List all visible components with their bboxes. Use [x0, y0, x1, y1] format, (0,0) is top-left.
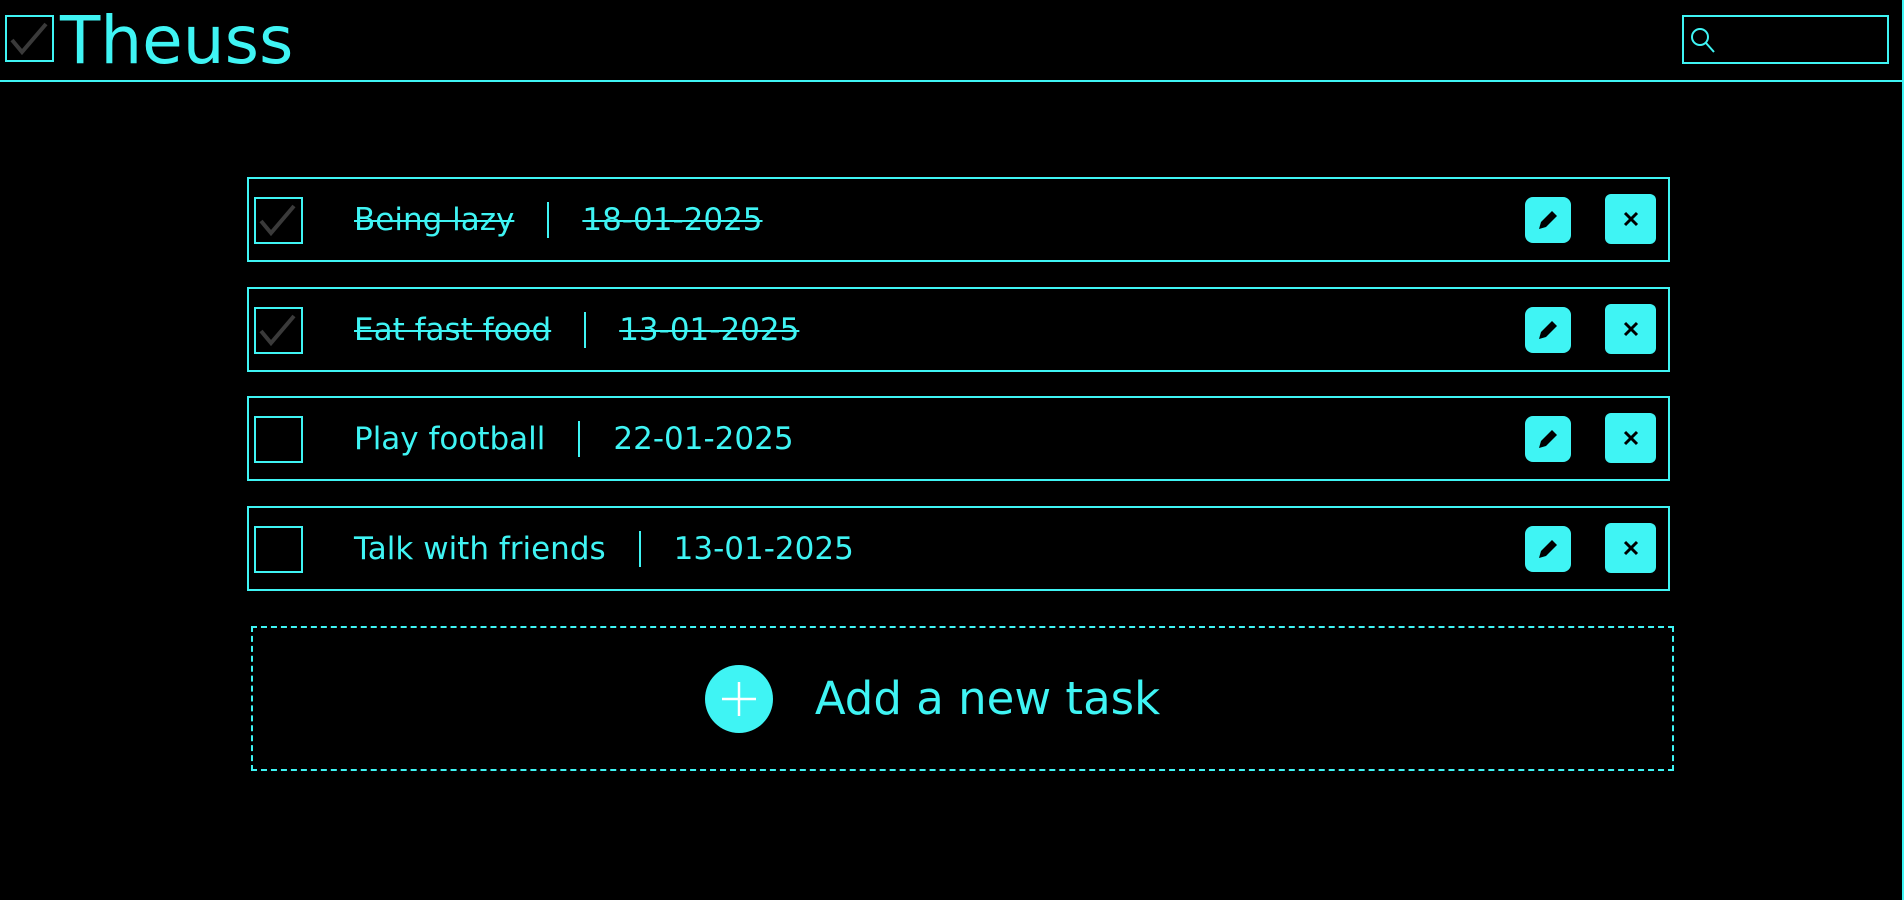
app: Theuss Being lazy 18-01-2025 Eat fast fo…: [0, 0, 1904, 900]
task-text: Being lazy 18-01-2025: [354, 179, 763, 260]
plus-icon: [704, 664, 773, 733]
task-separator: [547, 201, 550, 238]
task-text: Eat fast food 13-01-2025: [354, 289, 799, 370]
checkbox-checked-icon: [5, 15, 54, 62]
task-date: 22-01-2025: [613, 420, 794, 457]
task-checkbox[interactable]: [254, 307, 303, 354]
edit-button[interactable]: [1525, 197, 1571, 243]
app-title: Theuss: [60, 2, 294, 79]
close-icon: [1623, 430, 1638, 446]
task-text: Talk with friends 13-01-2025: [354, 508, 854, 589]
pencil-icon: [1539, 540, 1557, 558]
task-row: Being lazy 18-01-2025: [247, 177, 1670, 262]
search-icon: [1691, 27, 1715, 53]
task-separator: [584, 311, 587, 348]
task-name: Play football: [354, 420, 546, 457]
edit-button[interactable]: [1525, 526, 1571, 572]
delete-button[interactable]: [1605, 413, 1656, 463]
task-name: Eat fast food: [354, 311, 552, 348]
delete-button[interactable]: [1605, 523, 1656, 573]
delete-button[interactable]: [1605, 194, 1656, 244]
task-text: Play football 22-01-2025: [354, 398, 794, 479]
task-date: 13-01-2025: [619, 311, 800, 348]
add-task-button[interactable]: Add a new task: [251, 626, 1674, 771]
task-date: 13-01-2025: [673, 530, 854, 567]
close-icon: [1623, 540, 1638, 556]
pencil-icon: [1539, 321, 1557, 339]
check-mark-icon: [259, 314, 296, 347]
pencil-icon: [1539, 430, 1557, 448]
header: Theuss: [0, 0, 1904, 82]
task-name: Talk with friends: [354, 530, 606, 567]
task-checkbox[interactable]: [254, 416, 303, 463]
add-task-label: Add a new task: [814, 672, 1161, 725]
task-list: Being lazy 18-01-2025 Eat fast food 13-0…: [247, 177, 1670, 616]
search-input[interactable]: [1718, 17, 1904, 62]
delete-button[interactable]: [1605, 304, 1656, 354]
edit-button[interactable]: [1525, 307, 1571, 353]
task-date: 18-01-2025: [582, 201, 763, 238]
task-separator: [578, 420, 581, 457]
edit-button[interactable]: [1525, 416, 1571, 462]
task-checkbox[interactable]: [254, 526, 303, 573]
task-row: Play football 22-01-2025: [247, 396, 1670, 481]
task-row: Talk with friends 13-01-2025: [247, 506, 1670, 591]
close-icon: [1623, 321, 1638, 337]
pencil-icon: [1539, 211, 1557, 229]
search-box[interactable]: [1682, 15, 1904, 64]
close-icon: [1623, 211, 1638, 227]
task-row: Eat fast food 13-01-2025: [247, 287, 1670, 372]
task-separator: [638, 530, 641, 567]
check-mark-icon: [259, 204, 296, 237]
task-name: Being lazy: [354, 201, 515, 238]
task-checkbox[interactable]: [254, 197, 303, 244]
